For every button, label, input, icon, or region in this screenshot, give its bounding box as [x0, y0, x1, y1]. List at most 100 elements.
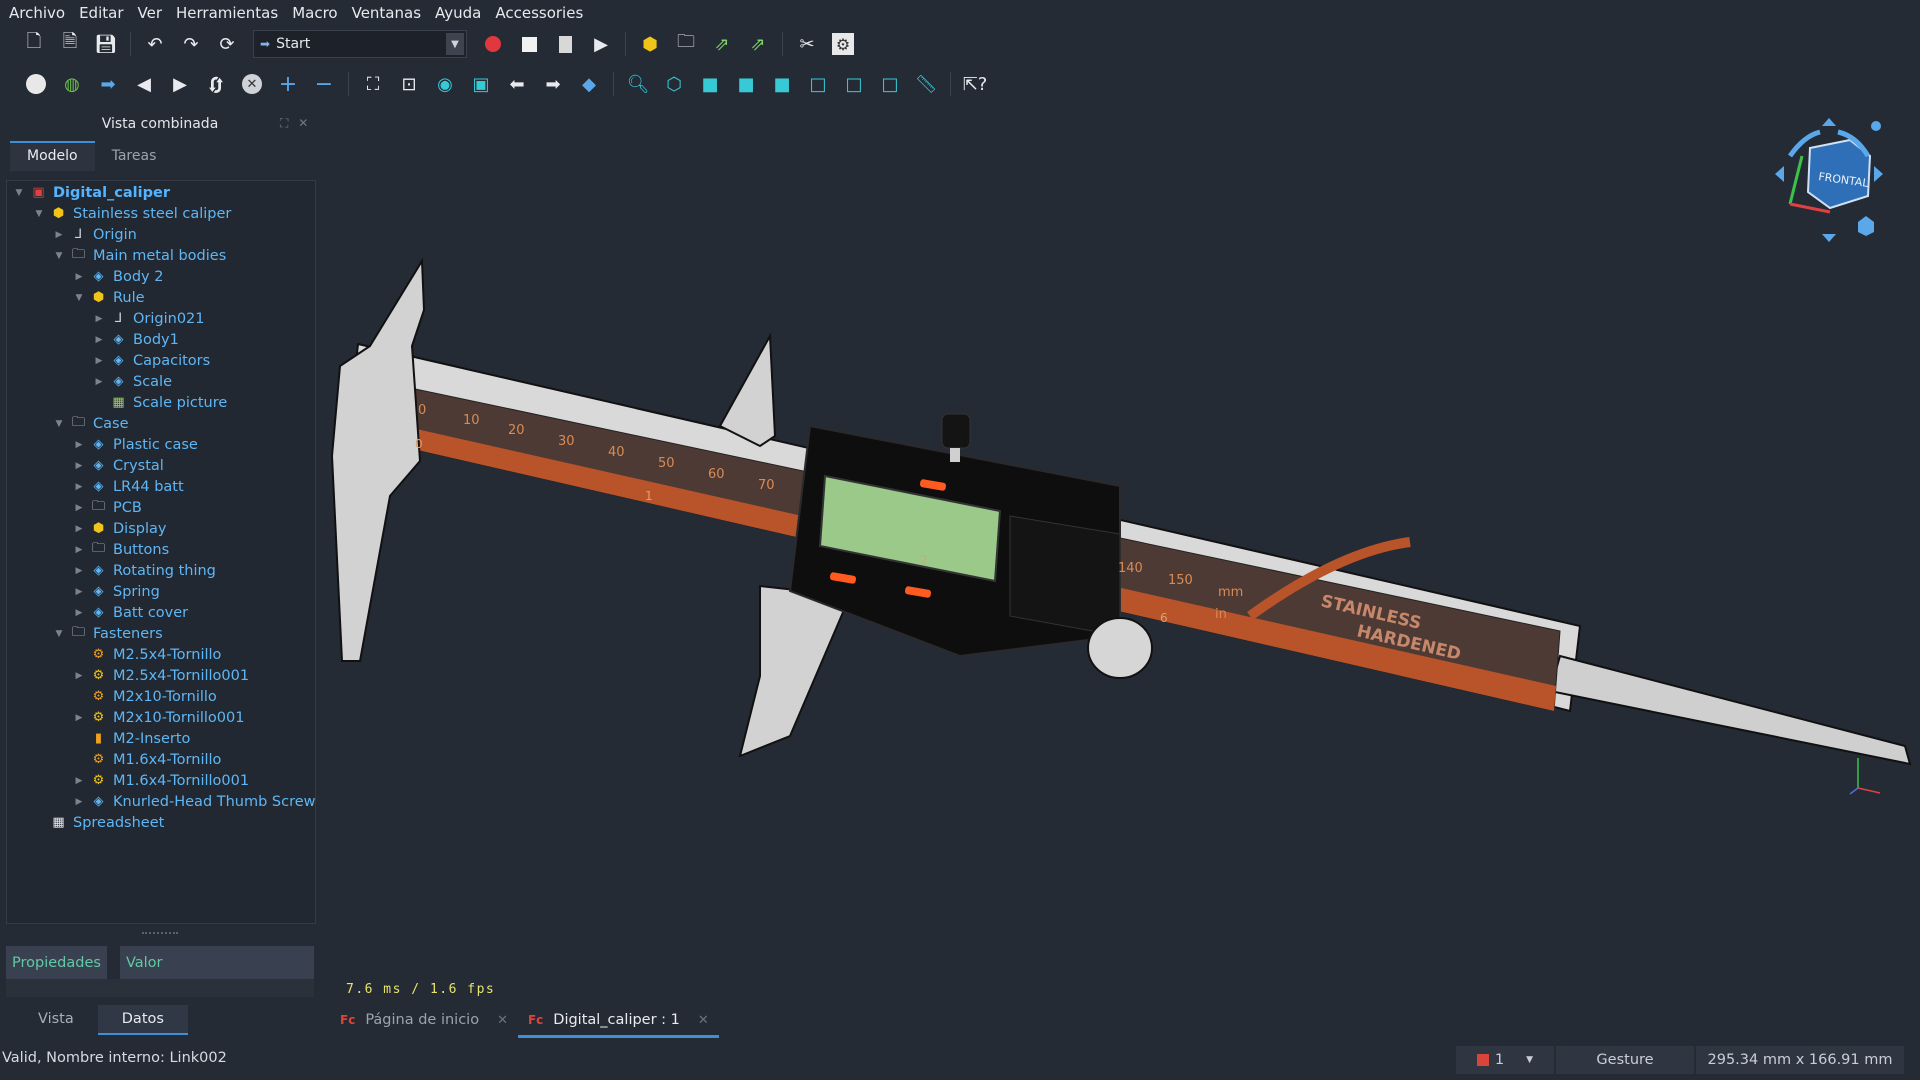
left-view-icon[interactable]: □ — [878, 72, 902, 96]
refresh-icon[interactable]: ⟳ — [215, 32, 239, 56]
top-view-icon[interactable]: ■ — [734, 72, 758, 96]
tree-item[interactable]: ▶ ◈ Batt cover — [73, 602, 189, 623]
collapse-arrow-icon[interactable]: ▶ — [93, 377, 105, 387]
tree-item[interactable]: ⚙ M1.6x4-Tornillo — [73, 749, 222, 770]
selection-box-icon[interactable]: ⊡ — [397, 72, 421, 96]
menu-ayuda[interactable]: Ayuda — [426, 4, 486, 22]
tree-item[interactable]: ▶ ◈ Body1 — [93, 329, 179, 350]
caliper-model[interactable]: 0 10 20 30 40 50 60 70 140 150 mm in STA… — [330, 257, 1912, 766]
tree-item[interactable]: ▦ Scale picture — [93, 392, 227, 413]
draw-style-icon[interactable]: ◉ — [433, 72, 457, 96]
record-macro-icon[interactable] — [481, 32, 505, 56]
bounding-box-icon[interactable]: ⛶ — [361, 72, 385, 96]
navcube-arrow-right-icon[interactable] — [1874, 166, 1883, 182]
redo-icon[interactable]: ↷ — [179, 32, 203, 56]
collapse-arrow-icon[interactable]: ▶ — [73, 503, 85, 513]
undo-icon[interactable]: ↶ — [143, 32, 167, 56]
navcube-arrow-down-icon[interactable] — [1822, 234, 1836, 242]
collapse-arrow-icon[interactable]: ▶ — [73, 797, 85, 807]
tab-start-page[interactable]: Fc Página de inicio ✕ — [330, 1005, 518, 1035]
collapse-arrow-icon[interactable]: ▶ — [73, 482, 85, 492]
menu-herramientas[interactable]: Herramientas — [167, 4, 283, 22]
collapse-arrow-icon[interactable]: ▶ — [73, 545, 85, 555]
tree-item[interactable]: ▼ 🗀 Case — [53, 413, 129, 434]
tree-item[interactable]: ▶ ⬢ Display — [73, 518, 167, 539]
navcube-arrow-left-icon[interactable] — [1775, 166, 1784, 182]
navcube-view-menu-icon[interactable] — [1858, 216, 1874, 236]
addon-icon[interactable]: ✂ — [795, 32, 819, 56]
tree-item[interactable]: ⚙ M2x10-Tornillo — [73, 686, 217, 707]
expand-arrow-icon[interactable]: ▼ — [13, 188, 25, 198]
tree-item[interactable]: ▶ 🗀 Buttons — [73, 539, 170, 560]
collapse-arrow-icon[interactable]: ▶ — [73, 524, 85, 534]
collapse-arrow-icon[interactable]: ▶ — [73, 566, 85, 576]
tree-item[interactable]: ▶ ⚙ M2.5x4-Tornillo001 — [73, 665, 250, 686]
tree-item[interactable]: ▶ ◈ Plastic case — [73, 434, 198, 455]
collapse-arrow-icon[interactable]: ▶ — [93, 356, 105, 366]
tree-item[interactable]: ▶ ◈ Scale — [93, 371, 172, 392]
macro-select[interactable]: ➡ Start ▼ — [253, 30, 467, 58]
navigation-cube[interactable]: FRONTAL — [1775, 118, 1883, 242]
navcube-arrow-up-icon[interactable] — [1822, 118, 1836, 126]
float-panel-icon[interactable]: ⛶ — [280, 116, 288, 130]
next-icon[interactable]: ▶ — [168, 72, 192, 96]
part-icon[interactable]: ⬢ — [638, 32, 662, 56]
tree-item[interactable]: ▶ 🗀 PCB — [73, 497, 142, 518]
zoom-out-icon[interactable]: − — [312, 72, 336, 97]
tree-item[interactable]: ▼ ⬢ Stainless steel caliper — [33, 203, 232, 224]
isometric-icon[interactable]: ⬡ — [662, 72, 686, 96]
collapse-arrow-icon[interactable]: ▶ — [73, 671, 85, 681]
collapse-arrow-icon[interactable]: ▶ — [73, 713, 85, 723]
tree-item[interactable]: ▶ ◈ Knurled-Head Thumb Screw — [73, 791, 316, 812]
macro-editor-icon[interactable] — [553, 32, 577, 56]
view-3d-icon[interactable]: ◆ — [577, 72, 601, 96]
collapse-arrow-icon[interactable]: ▶ — [53, 230, 65, 240]
collapse-arrow-icon[interactable]: ▶ — [93, 335, 105, 345]
tree-item[interactable]: ▼ ▣ Digital_caliper — [13, 182, 170, 203]
fit-all-icon[interactable] — [24, 72, 48, 96]
prev-view-icon[interactable]: ⬅ — [505, 72, 529, 96]
tab-datos[interactable]: Datos — [97, 1005, 188, 1035]
value-column-header[interactable]: Valor — [120, 955, 169, 971]
run-macro-icon[interactable]: ▶ — [589, 32, 613, 56]
tree-item[interactable]: ▶ ◈ Spring — [73, 581, 160, 602]
menu-macro[interactable]: Macro — [283, 4, 342, 22]
tree-item[interactable]: ▶ ⚙ M1.6x4-Tornillo001 — [73, 770, 250, 791]
stop-loading-icon[interactable]: ✕ — [240, 72, 264, 96]
close-icon[interactable]: ✕ — [698, 1013, 709, 1028]
chevron-down-icon[interactable]: ▼ — [446, 33, 464, 55]
collapse-arrow-icon[interactable]: ▶ — [73, 440, 85, 450]
collapse-arrow-icon[interactable]: ▶ — [73, 776, 85, 786]
bottom-view-icon[interactable]: □ — [842, 72, 866, 96]
measure-icon[interactable]: 📏︎ — [914, 72, 938, 96]
globe-icon[interactable]: ◍ — [60, 72, 84, 96]
next-view-icon[interactable]: ➡ — [541, 72, 565, 96]
settings-icon[interactable]: ⚙ — [831, 32, 855, 56]
tab-modelo[interactable]: Modelo — [10, 141, 95, 171]
whats-this-icon[interactable]: ⇱? — [963, 72, 988, 96]
tree-item[interactable]: ▶ ◈ LR44 batt — [73, 476, 184, 497]
3d-viewport[interactable]: 0 10 20 30 40 50 60 70 140 150 mm in STA… — [320, 96, 1920, 1001]
right-view-icon[interactable]: ■ — [770, 72, 794, 96]
open-document-icon[interactable]: 🗎 — [58, 31, 82, 56]
collapse-arrow-icon[interactable]: ▶ — [73, 608, 85, 618]
tree-item[interactable]: ▶ ⅃ Origin — [53, 224, 137, 245]
expand-arrow-icon[interactable]: ▼ — [73, 293, 85, 303]
tree-item[interactable]: ⚙ M2.5x4-Tornillo — [73, 644, 222, 665]
collapse-arrow-icon[interactable]: ▶ — [73, 272, 85, 282]
collapse-arrow-icon[interactable]: ▶ — [93, 314, 105, 324]
rear-view-icon[interactable]: □ — [806, 72, 830, 96]
menu-ver[interactable]: Ver — [129, 4, 168, 22]
zoom-icon[interactable]: 🔍︎ — [626, 72, 650, 96]
tree-item[interactable]: ▶ ⅃ Origin021 — [93, 308, 205, 329]
tree-item[interactable]: ▶ ◈ Rotating thing — [73, 560, 216, 581]
collapse-arrow-icon[interactable]: ▶ — [73, 461, 85, 471]
collapse-arrow-icon[interactable]: ▶ — [73, 587, 85, 597]
tab-vista[interactable]: Vista — [14, 1005, 98, 1035]
back-icon[interactable]: ◀ — [132, 72, 156, 96]
property-column-header[interactable]: Propiedades — [6, 955, 107, 971]
tree-item[interactable]: ▶ ◈ Crystal — [73, 455, 164, 476]
export-icon[interactable]: ⇗ — [710, 32, 734, 56]
navigation-style[interactable]: Gesture — [1556, 1046, 1694, 1074]
tree-item[interactable]: ▮ M2-Inserto — [73, 728, 191, 749]
